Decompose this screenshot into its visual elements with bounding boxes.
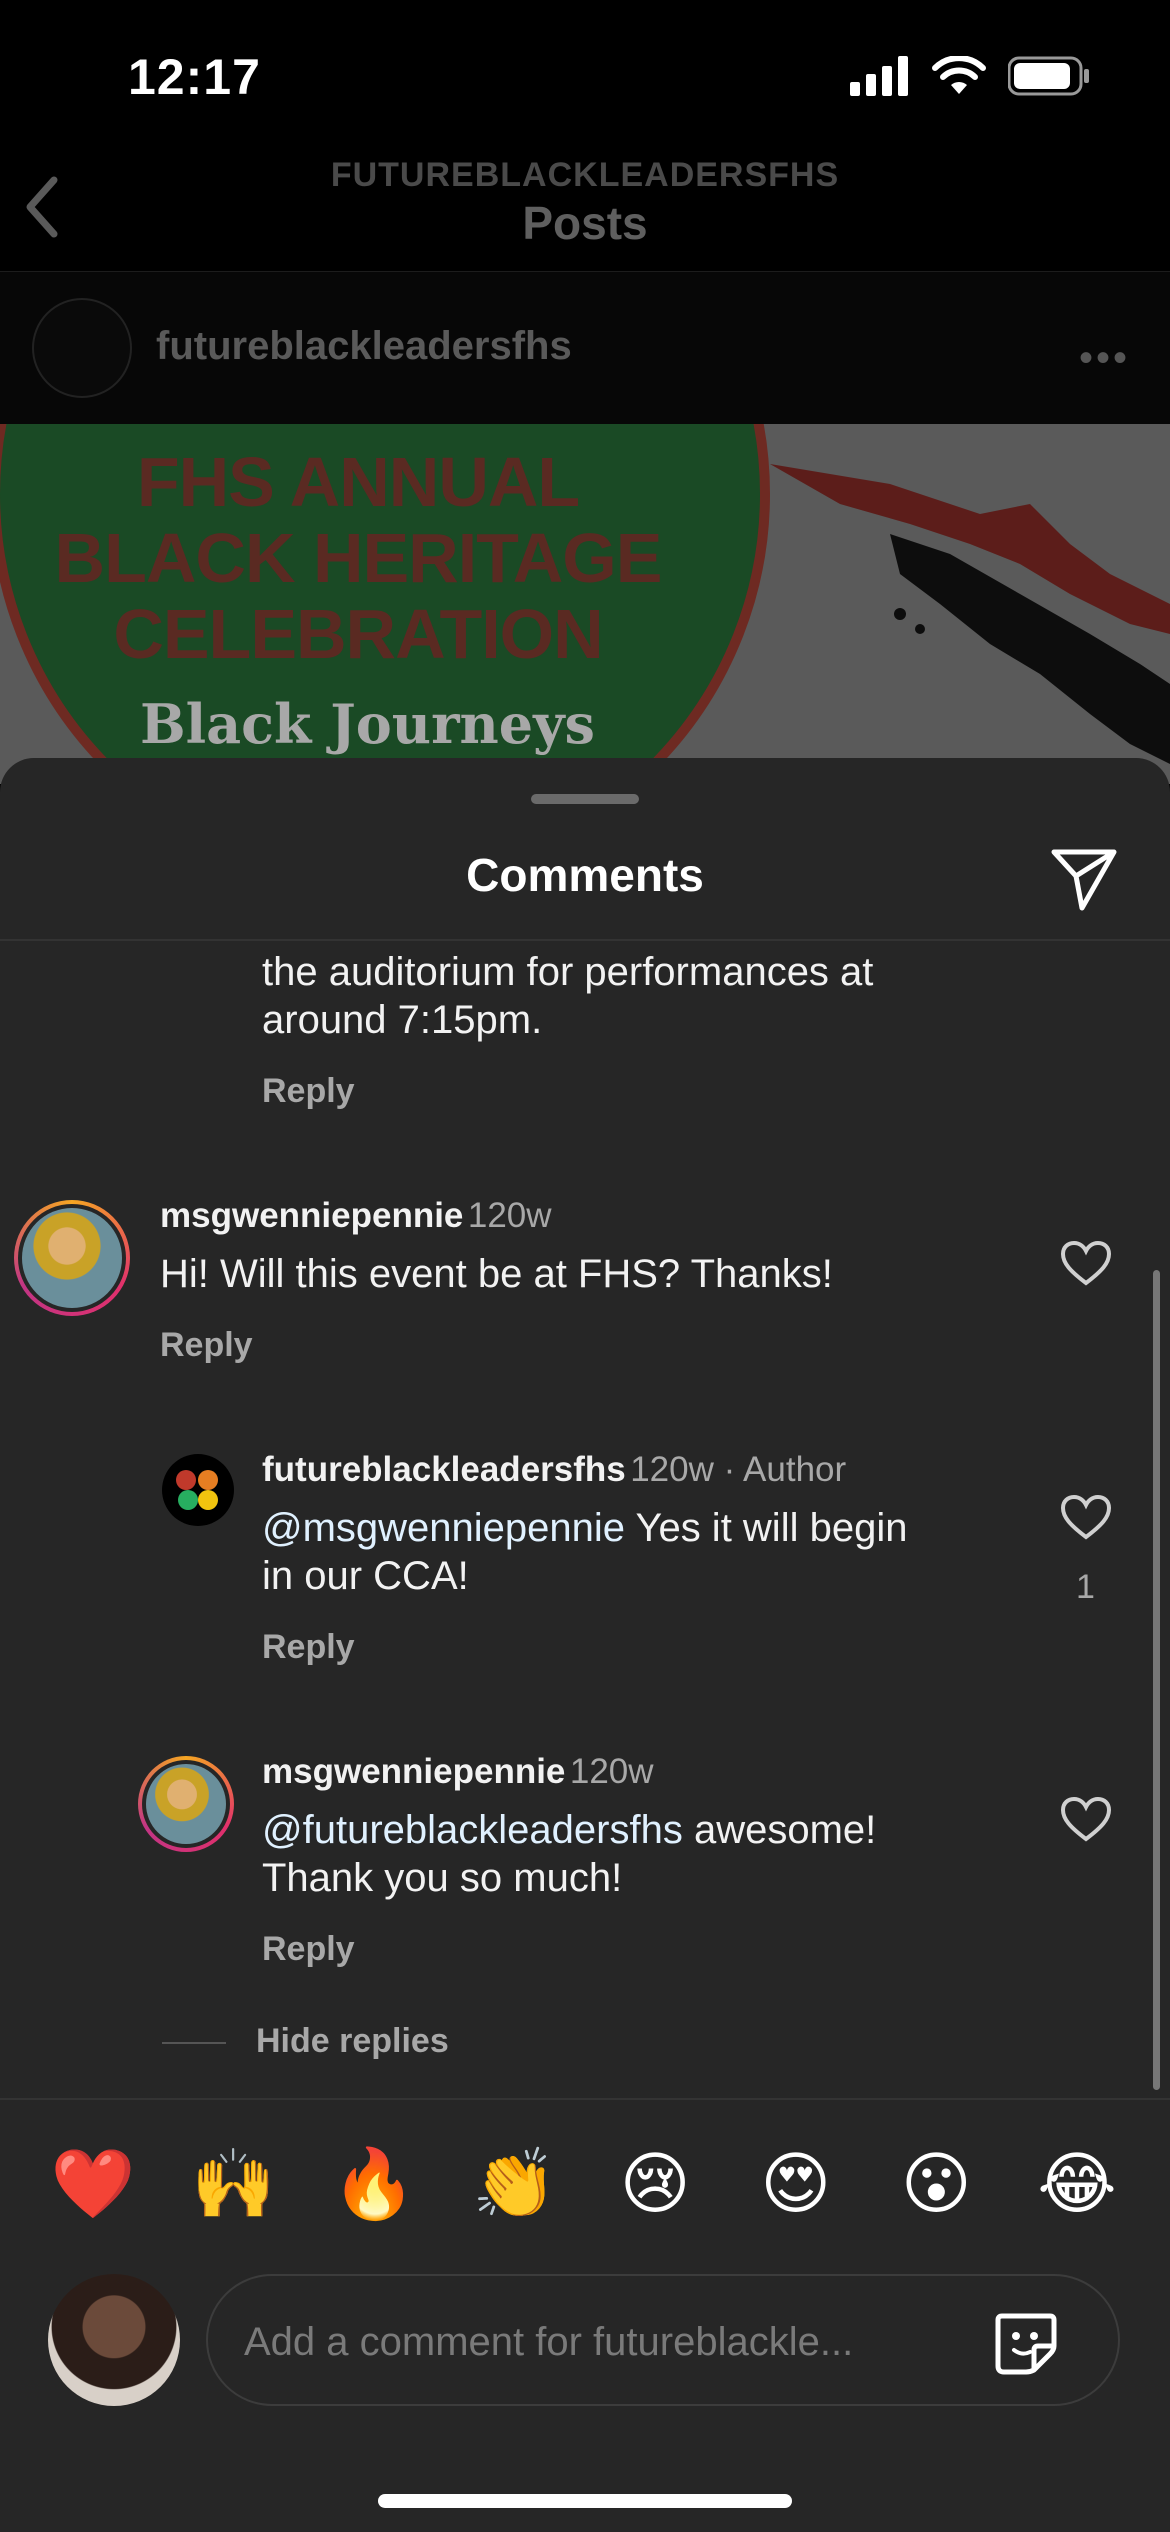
comment-text-line: around 7:15pm. xyxy=(262,998,543,1042)
status-bar: 12:17 xyxy=(0,0,1170,150)
comment-text-line: in our CCA! xyxy=(262,1554,469,1598)
avatar[interactable] xyxy=(138,1756,234,1852)
post-author-username[interactable]: futureblackleadersfhs xyxy=(156,324,572,369)
heart-icon[interactable] xyxy=(1060,1494,1112,1540)
hide-replies-line xyxy=(162,2042,226,2044)
post-image-title-line: BLACK HERITAGE xyxy=(54,519,663,597)
home-indicator[interactable] xyxy=(378,2494,792,2508)
mention-link[interactable]: @futureblackleadersfhs xyxy=(262,1808,683,1852)
comment-time: 120w · Author xyxy=(630,1450,847,1489)
sheet-grabber[interactable] xyxy=(531,794,639,804)
header-account-name: FUTUREBLACKLEADERSFHS xyxy=(330,156,840,194)
heart-icon[interactable] xyxy=(1060,1796,1112,1842)
reply-button[interactable]: Reply xyxy=(262,1072,355,1111)
emoji-heart[interactable]: ❤️ xyxy=(48,2140,138,2230)
post-author-avatar[interactable] xyxy=(32,298,132,398)
comment-text-rest: awesome! xyxy=(682,1808,877,1852)
emoji-laughing[interactable]: 😂 xyxy=(1032,2140,1122,2230)
comment-username[interactable]: futureblackleadersfhs xyxy=(262,1450,626,1489)
hide-replies-button[interactable]: Hide replies xyxy=(256,2022,449,2061)
emoji-heart-eyes[interactable]: 😍 xyxy=(751,2140,841,2230)
share-icon[interactable] xyxy=(1048,842,1120,914)
sticker-icon[interactable] xyxy=(990,2306,1062,2378)
emoji-fire[interactable]: 🔥 xyxy=(329,2140,419,2230)
comment-text: Hi! Will this event be at FHS? Thanks! xyxy=(160,1252,833,1296)
comment-username[interactable]: msgwenniepennie xyxy=(160,1196,463,1235)
wifi-icon xyxy=(932,56,986,94)
emoji-surprised[interactable]: 😮 xyxy=(891,2140,981,2230)
more-icon[interactable]: ••• xyxy=(1079,336,1130,381)
comment-username[interactable]: msgwenniepennie xyxy=(262,1752,565,1791)
comment-time: 120w xyxy=(467,1196,552,1235)
mention-link[interactable]: @msgwenniepennie xyxy=(262,1506,625,1550)
post-image-subtitle: Black Journeys xyxy=(140,692,595,756)
comment-text-rest: Yes it will begin xyxy=(625,1506,908,1550)
post-image-title-line: CELEBRATION xyxy=(113,595,603,673)
post-image: FHS ANNUAL BLACK HERITAGE CELEBRATION Bl… xyxy=(0,424,1170,784)
reply-button[interactable]: Reply xyxy=(262,1930,355,1969)
hands-logo-icon xyxy=(176,1470,218,1510)
heart-icon[interactable] xyxy=(1060,1240,1112,1286)
comment-text: @futureblackleadersfhs awesome! Thank yo… xyxy=(262,1806,1002,1902)
emoji-raised-hands[interactable]: 🙌 xyxy=(189,2140,279,2230)
status-time: 12:17 xyxy=(128,49,261,105)
comment-input[interactable] xyxy=(244,2314,944,2370)
avatar[interactable] xyxy=(162,1454,234,1526)
my-avatar xyxy=(48,2274,180,2406)
post-image-title-line: FHS ANNUAL xyxy=(136,443,580,521)
comment-header: msgwenniepennie 120w xyxy=(160,1196,552,1236)
emoji-divider xyxy=(0,2098,1170,2100)
scrollbar[interactable] xyxy=(1153,1270,1160,2090)
post-header: futureblackleadersfhs ••• xyxy=(0,272,1170,424)
comment-composer xyxy=(206,2274,1120,2406)
comment-text: @msgwenniepennie Yes it will begin in ou… xyxy=(262,1504,1002,1600)
header-title: Posts xyxy=(522,197,648,249)
signal-icon xyxy=(850,56,908,96)
sheet-title: Comments xyxy=(466,849,704,901)
comment-time: 120w xyxy=(569,1752,654,1791)
reply-button[interactable]: Reply xyxy=(262,1628,355,1667)
emoji-clap[interactable]: 👏 xyxy=(470,2140,560,2230)
like-count: 1 xyxy=(1076,1568,1095,1606)
avatar[interactable] xyxy=(14,1200,130,1316)
comment-header: futureblackleadersfhs 120w · Author xyxy=(262,1450,846,1490)
comment-text: the auditorium for performances at aroun… xyxy=(262,948,873,1044)
reply-button[interactable]: Reply xyxy=(160,1326,253,1365)
emoji-quick-reactions: ❤️ 🙌 🔥 👏 😢 😍 😮 😂 xyxy=(0,2140,1170,2230)
comment-text-line: Thank you so much! xyxy=(262,1856,623,1900)
comment-header: msgwenniepennie 120w xyxy=(262,1752,654,1792)
comment-text-line: the auditorium for performances at xyxy=(262,950,874,994)
map-shape xyxy=(770,464,1170,764)
status-icons xyxy=(850,56,1090,96)
emoji-crying[interactable]: 😢 xyxy=(610,2140,700,2230)
post-image-title: FHS ANNUAL BLACK HERITAGE CELEBRATION xyxy=(28,444,688,672)
battery-icon xyxy=(1008,56,1089,96)
